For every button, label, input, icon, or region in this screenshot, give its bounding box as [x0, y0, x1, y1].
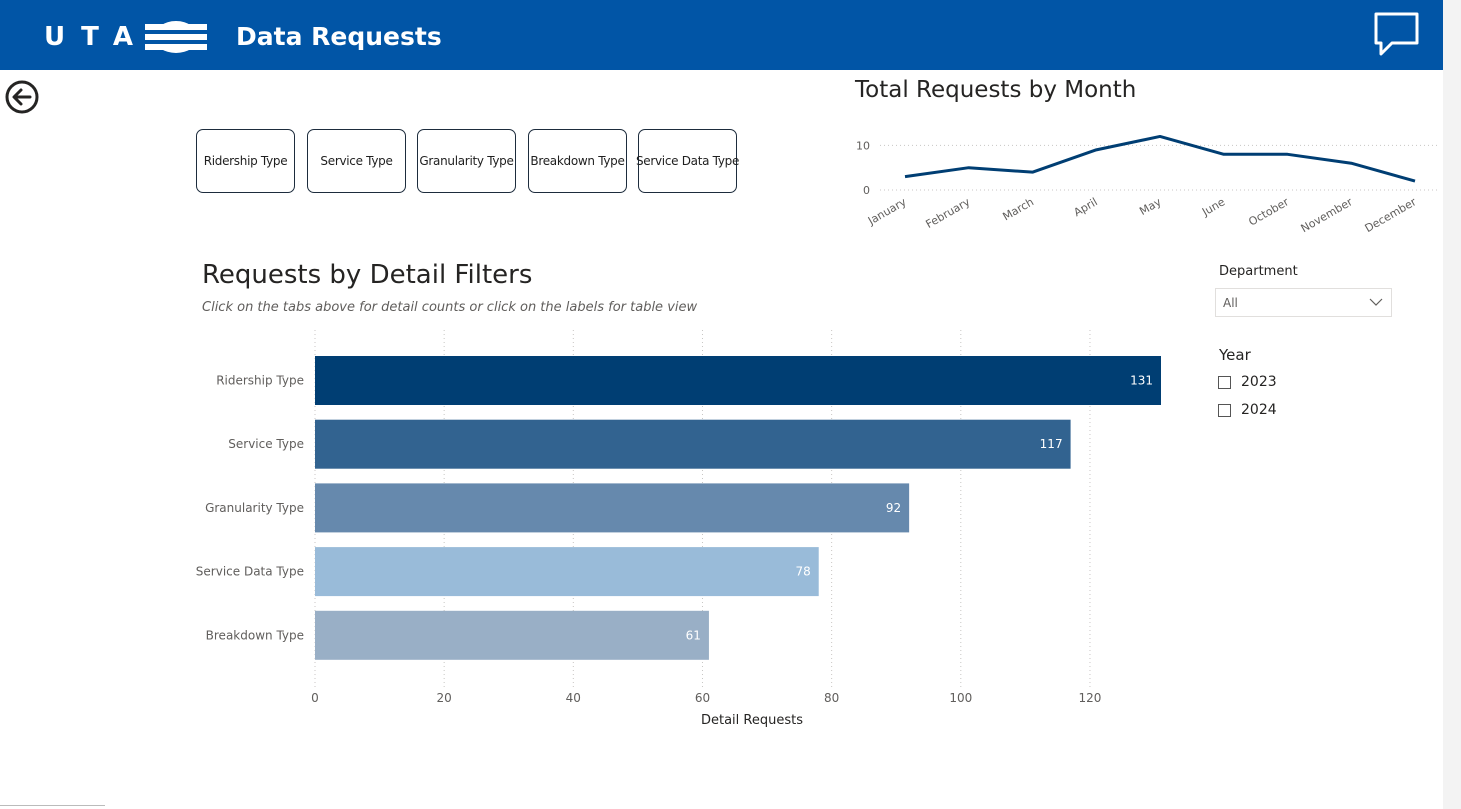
x-tick-label: April	[1071, 195, 1099, 219]
divider	[0, 805, 105, 806]
x-tick-label: January	[865, 195, 909, 228]
year-label: Year	[1219, 346, 1251, 364]
data-label: 92	[886, 501, 901, 515]
page-edge	[1443, 0, 1461, 809]
tab-service-data-type[interactable]: Service Data Type	[636, 129, 739, 193]
tab-granularity-type[interactable]: Granularity Type	[417, 129, 516, 193]
x-tick-label: 0	[311, 691, 319, 705]
tab-service-type[interactable]: Service Type	[307, 129, 406, 193]
chevron-down-icon	[1369, 298, 1383, 306]
bar	[315, 547, 819, 597]
x-tick-label: December	[1363, 195, 1419, 235]
total-requests-line-chart: 0 10 January February March April May June Octob…	[856, 134, 1438, 235]
series-line	[904, 134, 1416, 183]
year-option-label: 2024	[1241, 402, 1277, 418]
checkbox[interactable]	[1218, 403, 1231, 417]
category-label: Granularity Type	[205, 501, 304, 515]
x-tick-label: 60	[695, 691, 710, 705]
data-label: 117	[1040, 437, 1063, 451]
x-tick-label: 100	[949, 691, 972, 705]
line-chart-title: Total Requests by Month	[855, 77, 1137, 103]
x-tick-label: November	[1299, 195, 1355, 235]
x-tick-label: 20	[437, 691, 452, 705]
category-label: Breakdown Type	[206, 628, 304, 642]
tab-breakdown-type[interactable]: Breakdown Type	[528, 129, 627, 193]
header-bar: UTA Data Requests	[0, 0, 1443, 70]
checkbox[interactable]	[1218, 375, 1231, 389]
data-label: 78	[795, 565, 810, 579]
y-tick-label: 10	[856, 139, 870, 152]
bar	[315, 419, 1071, 469]
data-label: 131	[1130, 374, 1153, 388]
x-tick-label: 120	[1079, 691, 1102, 705]
department-label: Department	[1219, 264, 1298, 279]
x-tick-label: March	[1000, 195, 1036, 223]
uta-logo: UTA	[44, 20, 207, 54]
tab-ridership-type[interactable]: Ridership Type	[196, 129, 295, 193]
x-tick-label: October	[1246, 195, 1291, 229]
logo-text: UTA	[44, 22, 149, 52]
department-selected-value: All	[1223, 296, 1238, 310]
department-dropdown[interactable]: All	[1215, 288, 1392, 317]
x-tick-label: 40	[566, 691, 581, 705]
page-title: Data Requests	[236, 22, 442, 51]
back-arrow-icon[interactable]	[4, 79, 40, 115]
y-tick-label: 0	[863, 184, 870, 197]
x-tick-label: May	[1137, 195, 1164, 218]
bar	[315, 610, 709, 660]
category-label: Ridership Type	[216, 374, 304, 388]
year-option-2024[interactable]: 2024	[1218, 402, 1277, 418]
bar-chart-title: Requests by Detail Filters	[202, 260, 533, 290]
year-option-2023[interactable]: 2023	[1218, 374, 1277, 390]
year-option-label: 2023	[1241, 374, 1277, 390]
category-label: Service Data Type	[196, 565, 304, 579]
x-tick-label: 80	[824, 691, 839, 705]
speech-bubble-icon[interactable]	[1372, 11, 1420, 57]
bar-chart-subtitle: Click on the tabs above for detail count…	[202, 300, 698, 315]
x-tick-label: June	[1199, 195, 1227, 219]
bar	[315, 483, 910, 533]
data-label: 61	[686, 628, 701, 642]
x-tick-label: February	[924, 195, 973, 231]
detail-filters-bar-chart: 0 20 40 60 80 100 120 Ridership Type 131 Service …	[196, 330, 1161, 728]
bar	[315, 356, 1161, 405]
uta-logo-mark-icon	[144, 21, 207, 53]
category-label: Service Type	[228, 437, 304, 451]
x-axis-title: Detail Requests	[701, 713, 803, 728]
